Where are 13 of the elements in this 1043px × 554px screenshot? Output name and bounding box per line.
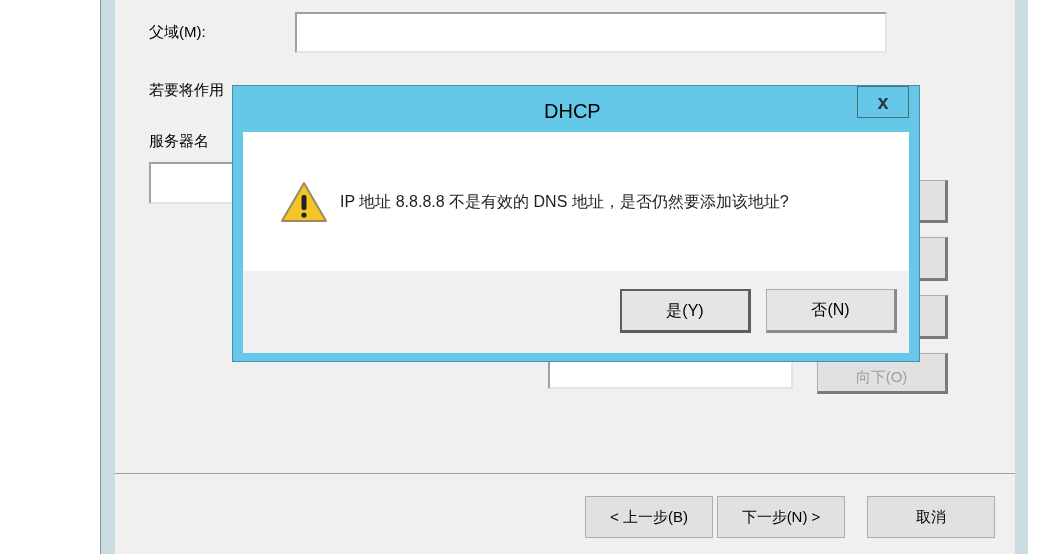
instruction-text: 若要将作用 — [149, 80, 224, 100]
wizard-button[interactable]: 取消 — [867, 496, 995, 538]
close-button[interactable]: x — [857, 86, 909, 118]
parent-domain-label: 父域(M): — [149, 22, 207, 43]
dialog-title: DHCP — [544, 99, 601, 124]
server-name-label: 服务器名 — [149, 130, 209, 151]
wizard-button[interactable]: < 上一步(B) — [585, 496, 713, 538]
parent-domain-field[interactable] — [295, 12, 887, 53]
wizard-button[interactable]: 下一步(N) > — [717, 496, 845, 538]
dialog-button[interactable]: 否(N) — [766, 289, 897, 333]
dialog-message: IP 地址 8.8.8.8 不是有效的 DNS 地址，是否仍然要添加该地址? — [340, 191, 789, 212]
dialog-button[interactable]: 是(Y) — [620, 289, 751, 333]
warning-icon — [280, 180, 328, 223]
